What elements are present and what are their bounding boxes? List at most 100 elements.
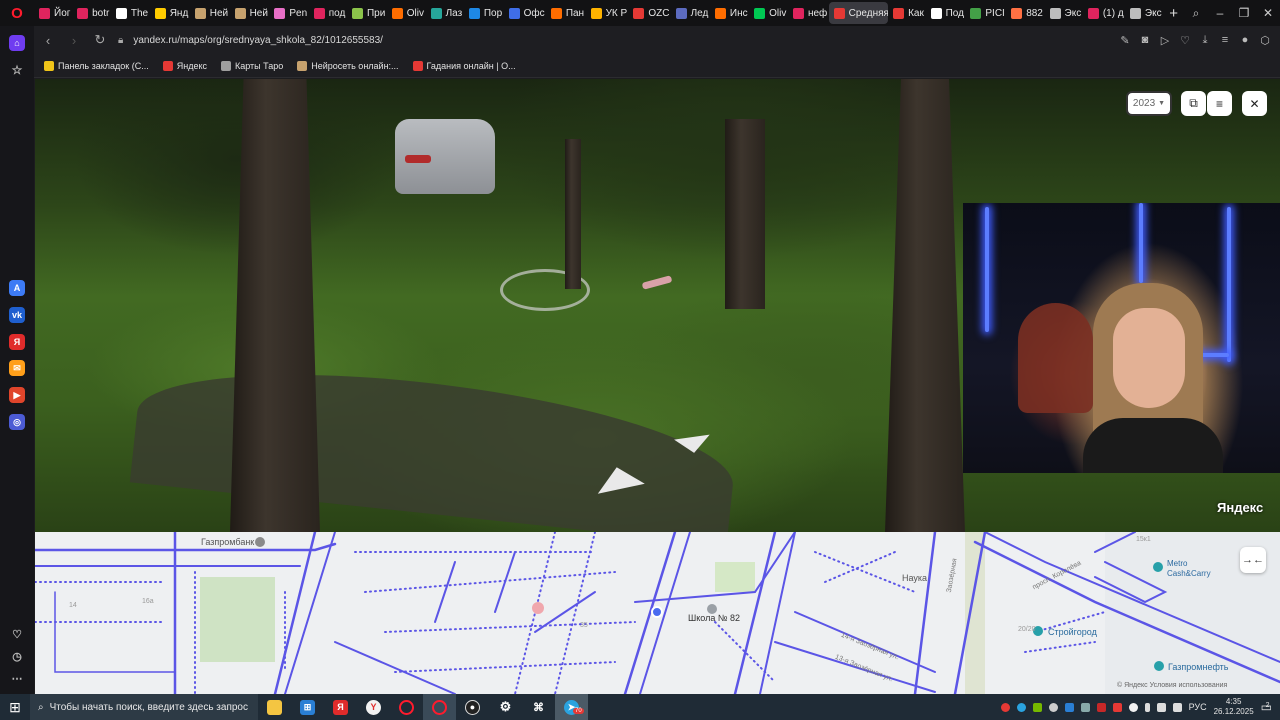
heart-icon[interactable]: ♡: [1180, 34, 1190, 47]
browser-tab[interactable]: Экс: [1125, 2, 1163, 24]
browser-tab[interactable]: Ней: [190, 2, 230, 24]
tray-volume-icon[interactable]: [1172, 702, 1182, 712]
bookmark-item[interactable]: Панель закладок (С...: [44, 60, 149, 71]
map-label-stroygorod[interactable]: Стройгород: [1048, 627, 1097, 637]
tray-mic-icon[interactable]: [1144, 702, 1150, 712]
vk-icon[interactable]: vk: [9, 307, 25, 323]
tray-obs-icon[interactable]: [1048, 702, 1058, 712]
browser-tab[interactable]: неф: [788, 2, 829, 24]
history-icon[interactable]: ◷: [9, 648, 25, 664]
bookmark-item[interactable]: Яндекс: [162, 60, 207, 71]
minimize-icon[interactable]: –: [1208, 6, 1232, 20]
browser-tab[interactable]: Экс: [1045, 2, 1083, 24]
browser-tab[interactable]: Pen: [269, 2, 308, 24]
browser-tab[interactable]: Ней: [230, 2, 270, 24]
taskbar-game[interactable]: ⌘: [522, 694, 555, 720]
metro-poi-icon[interactable]: [1153, 562, 1163, 572]
browser-tab[interactable]: Под: [926, 2, 966, 24]
new-tab-icon[interactable]: +: [1163, 5, 1184, 22]
language-indicator[interactable]: РУС: [1189, 702, 1207, 712]
collapse-map-button[interactable]: →←: [1240, 547, 1266, 573]
clock[interactable]: 4:35 26.12.2025: [1214, 697, 1254, 717]
browser-tab[interactable]: 882: [1006, 2, 1044, 24]
taskbar-explorer[interactable]: [258, 694, 291, 720]
extensions-icon[interactable]: ⬡: [1260, 34, 1270, 47]
hospital-poi-icon[interactable]: [532, 602, 544, 614]
taskbar-obs[interactable]: ●: [456, 694, 489, 720]
open-external-button[interactable]: ⧉: [1181, 91, 1206, 116]
mail-icon[interactable]: ✉: [9, 360, 25, 376]
profile-icon[interactable]: ●: [1240, 34, 1250, 47]
edit-icon[interactable]: ✎: [1120, 34, 1130, 47]
browser-tab[interactable]: под: [309, 2, 347, 24]
download-icon[interactable]: ⤓: [1200, 34, 1210, 47]
forward-icon[interactable]: ›: [66, 33, 82, 48]
browser-tab[interactable]: РІСІ: [965, 2, 1006, 24]
tray-yandex-icon[interactable]: [1112, 702, 1122, 712]
close-window-icon[interactable]: ✕: [1256, 6, 1280, 20]
yandex-icon[interactable]: Я: [9, 334, 25, 350]
windows-start-icon[interactable]: ⊞: [0, 699, 30, 716]
gazpromneft-poi-icon[interactable]: [1154, 661, 1164, 671]
taskbar-store[interactable]: ⊞: [291, 694, 324, 720]
browser-tab[interactable]: УК Р: [586, 2, 629, 24]
browser-tab[interactable]: Офс: [504, 2, 546, 24]
camera-icon[interactable]: ◙: [1140, 34, 1150, 47]
browser-tab[interactable]: При: [347, 2, 387, 24]
maximize-icon[interactable]: ❐: [1232, 6, 1256, 20]
browser-tab[interactable]: Как: [888, 2, 926, 24]
map-copyright[interactable]: © Яндекс Условия использования: [1117, 682, 1227, 689]
tray-network-icon[interactable]: [1156, 702, 1166, 712]
tray-app-icon[interactable]: [1096, 702, 1106, 712]
nav-arrow-side[interactable]: [674, 434, 712, 456]
notification-icon[interactable]: ▭ 2: [1261, 700, 1272, 714]
aria-icon[interactable]: A: [9, 280, 25, 296]
taskbar-yandex-y[interactable]: Y: [357, 694, 390, 720]
browser-tab[interactable]: OZC: [628, 2, 670, 24]
home-icon[interactable]: ⌂: [9, 35, 25, 51]
opera-logo-icon[interactable]: O: [0, 0, 34, 26]
taskbar-yandex[interactable]: Я: [324, 694, 357, 720]
map-label-nauka[interactable]: Наука: [902, 573, 927, 583]
current-location-marker[interactable]: [651, 606, 663, 618]
tray-icon-red[interactable]: [1000, 702, 1010, 712]
tray-y-icon[interactable]: [1128, 702, 1138, 712]
taskbar-opera-gx[interactable]: [423, 694, 456, 720]
map-panel[interactable]: Газпромбанк Школа № 82 Наука Metro Cash&C…: [35, 532, 1280, 694]
browser-tab[interactable]: The: [111, 2, 150, 24]
bookmark-item[interactable]: Нейросеть онлайн:...: [297, 60, 399, 71]
bookmark-item[interactable]: Карты Таро: [220, 60, 283, 71]
heart-sidebar-icon[interactable]: ♡: [9, 626, 25, 642]
year-select[interactable]: 2023 ▼: [1126, 91, 1172, 116]
browser-tab[interactable]: Инс: [710, 2, 749, 24]
browser-tab[interactable]: Oliv: [387, 2, 426, 24]
menu-button[interactable]: ≡: [1207, 91, 1232, 116]
app-icon[interactable]: ▶: [9, 387, 25, 403]
close-panorama-button[interactable]: ✕: [1242, 91, 1267, 116]
discord-icon[interactable]: ◎: [9, 414, 25, 430]
browser-tab[interactable]: Пор: [464, 2, 504, 24]
map-label-gazprombank[interactable]: Газпромбанк: [201, 537, 254, 547]
browser-tab[interactable]: Oliv: [749, 2, 788, 24]
taskbar-telegram[interactable]: ➤ 70: [555, 694, 588, 720]
more-icon[interactable]: ⋯: [9, 670, 25, 686]
tray-steam-icon[interactable]: [1080, 702, 1090, 712]
map-label-gazpromneft[interactable]: Газпромнефть: [1168, 662, 1228, 672]
map-label-school[interactable]: Школа № 82: [688, 613, 740, 623]
tray-bluetooth-icon[interactable]: [1064, 702, 1074, 712]
search-tabs-icon[interactable]: ⌕: [1184, 6, 1208, 21]
menu-icon[interactable]: ≡: [1220, 34, 1230, 47]
map-label-metro[interactable]: Metro Cash&Carry: [1167, 559, 1211, 579]
back-icon[interactable]: ‹: [40, 33, 56, 48]
browser-tab[interactable]: Янд: [150, 2, 190, 24]
browser-tab[interactable]: botr: [72, 2, 111, 24]
star-icon[interactable]: ☆: [9, 62, 25, 78]
taskbar-opera[interactable]: [390, 694, 423, 720]
browser-tab[interactable]: Лаз: [426, 2, 464, 24]
taskbar-settings[interactable]: ⚙: [489, 694, 522, 720]
browser-tab[interactable]: Лед: [671, 2, 710, 24]
reload-icon[interactable]: ↻: [92, 32, 108, 48]
bank-poi-icon[interactable]: [255, 537, 265, 547]
browser-tab[interactable]: Йог: [34, 2, 72, 24]
taskbar-search[interactable]: ⌕ Чтобы начать поиск, введите здесь запр…: [30, 694, 258, 720]
